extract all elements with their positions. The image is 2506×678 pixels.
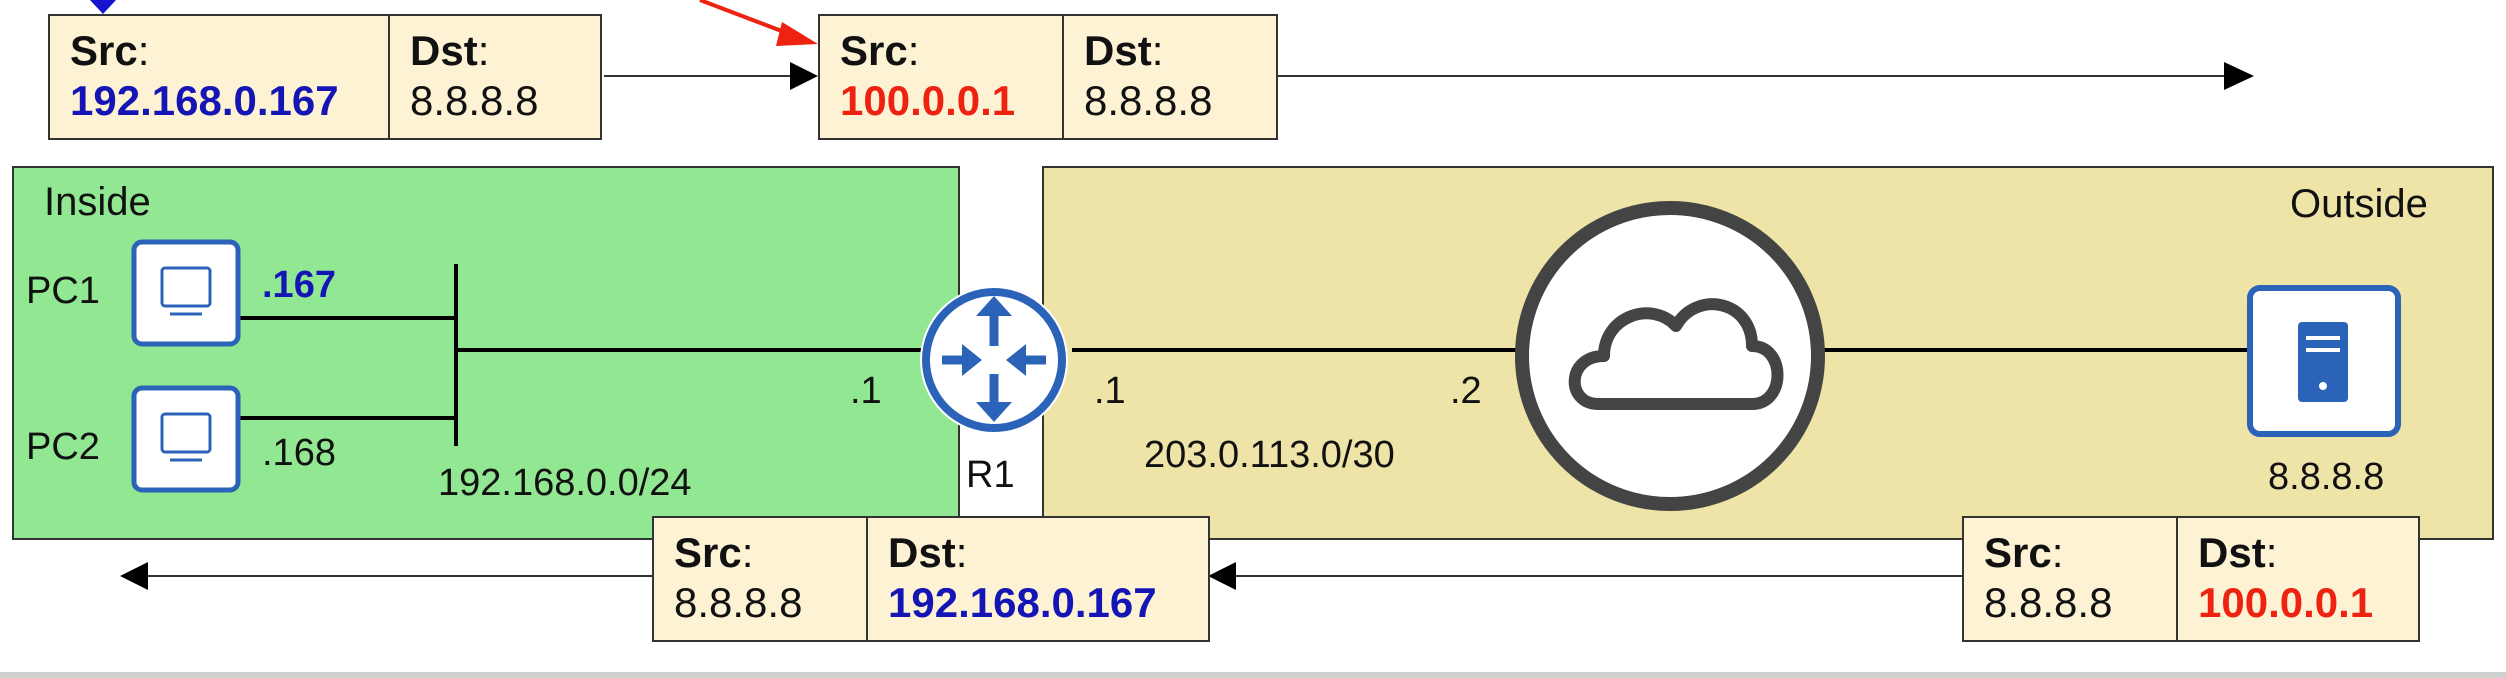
flow-arrowhead-bottom-1 bbox=[1208, 562, 1236, 590]
r1-inside-address: .1 bbox=[850, 370, 882, 412]
server-address: 8.8.8.8 bbox=[2268, 456, 2385, 498]
dst-ip: 100.0.0.1 bbox=[2198, 579, 2374, 627]
src-key: Src bbox=[70, 27, 138, 74]
packet-src-cell: Src: 8.8.8.8 bbox=[1962, 516, 2178, 642]
dst-ip: 8.8.8.8 bbox=[1084, 77, 1213, 125]
packet-dst-cell: Dst: 8.8.8.8 bbox=[1064, 14, 1278, 140]
isp-address: .2 bbox=[1450, 370, 1482, 412]
pc1-name: PC1 bbox=[26, 270, 100, 312]
packet-top-after-nat: Src: 100.0.0.1 Dst: 8.8.8.8 bbox=[818, 14, 1278, 140]
packet-top-before-nat: Src: 192.168.0.167 Dst: 8.8.8.8 bbox=[48, 14, 602, 140]
pc2-address: .168 bbox=[262, 432, 336, 474]
pc1-address: .167 bbox=[262, 264, 336, 306]
red-pointer-arrowhead bbox=[776, 22, 818, 46]
src-key: Src bbox=[674, 529, 742, 576]
dst-key: Dst bbox=[1084, 27, 1152, 74]
flow-arrowhead-bottom-2 bbox=[120, 562, 148, 590]
packet-src-cell: Src: 192.168.0.167 bbox=[48, 14, 390, 140]
packet-dst-cell: Dst: 100.0.0.1 bbox=[2178, 516, 2420, 642]
dst-ip: 8.8.8.8 bbox=[410, 77, 539, 125]
flow-arrowhead-top-1 bbox=[790, 62, 818, 90]
packet-bottom-after-nat: Src: 8.8.8.8 Dst: 192.168.0.167 bbox=[652, 516, 1210, 642]
src-ip: 100.0.0.1 bbox=[840, 77, 1016, 125]
src-key: Src bbox=[840, 27, 908, 74]
inside-subnet-label: 192.168.0.0/24 bbox=[438, 462, 692, 504]
packet-dst-cell: Dst: 192.168.0.167 bbox=[868, 516, 1210, 642]
r1-name: R1 bbox=[966, 454, 1015, 496]
dst-key: Dst bbox=[2198, 529, 2266, 576]
router-icon bbox=[920, 286, 1068, 434]
flow-arrowhead-top-2 bbox=[2224, 62, 2254, 90]
server-icon bbox=[2247, 285, 2401, 437]
src-ip: 8.8.8.8 bbox=[1984, 579, 2113, 627]
r1-outside-address: .1 bbox=[1094, 370, 1126, 412]
packet-bottom-before-nat: Src: 8.8.8.8 Dst: 100.0.0.1 bbox=[1962, 516, 2420, 642]
packet-src-cell: Src: 8.8.8.8 bbox=[652, 516, 868, 642]
pc1-monitor-icon bbox=[131, 239, 241, 347]
cloud-icon bbox=[1515, 201, 1825, 511]
src-ip: 192.168.0.167 bbox=[70, 77, 339, 125]
outside-subnet-label: 203.0.113.0/30 bbox=[1144, 434, 1395, 476]
packet-dst-cell: Dst: 8.8.8.8 bbox=[390, 14, 602, 140]
src-ip: 8.8.8.8 bbox=[674, 579, 803, 627]
bottom-divider bbox=[0, 672, 2506, 678]
src-key: Src bbox=[1984, 529, 2052, 576]
packet-src-cell: Src: 100.0.0.1 bbox=[818, 14, 1064, 140]
dst-key: Dst bbox=[410, 27, 478, 74]
pc2-name: PC2 bbox=[26, 426, 100, 468]
dst-key: Dst bbox=[888, 529, 956, 576]
dst-ip: 192.168.0.167 bbox=[888, 579, 1157, 627]
blue-pointer-arrowhead bbox=[90, 0, 116, 14]
pc2-monitor-icon bbox=[131, 385, 241, 493]
